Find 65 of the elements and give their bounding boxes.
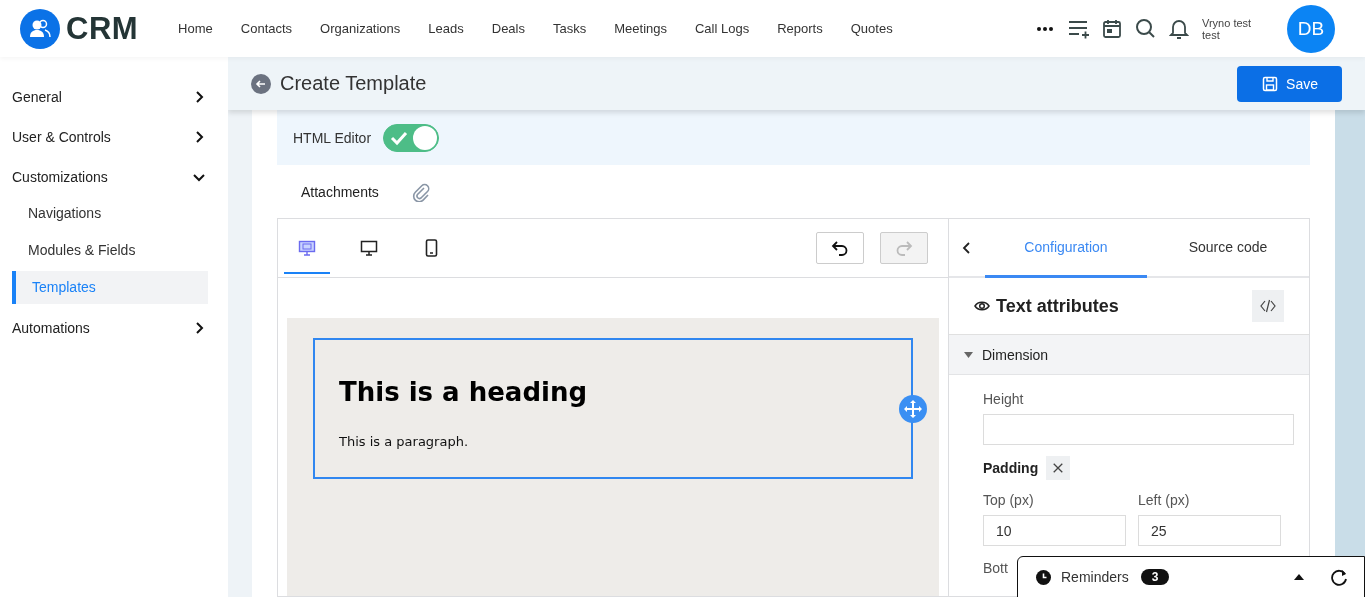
left-padding-field[interactable]: 25 [1138,515,1281,546]
eye-icon [974,299,990,313]
dimension-group-header[interactable]: Dimension [949,335,1309,375]
close-icon [1052,461,1065,475]
bell-icon[interactable] [1169,18,1189,39]
section-title: Text attributes [996,295,1119,317]
code-button[interactable] [1252,290,1284,322]
paperclip-icon[interactable] [410,181,431,202]
field-label: Left (px) [1138,492,1191,508]
desktop-view-icon [360,239,378,256]
user-name: Vryno test test [1202,16,1253,41]
sidebar-item[interactable]: Automations [0,308,228,348]
padding-label: Padding [983,460,1039,476]
heading-text: This is a heading [339,377,589,407]
save-icon [1262,75,1279,92]
back-icon[interactable] [251,73,271,94]
nav-link[interactable]: Organizations [306,21,415,36]
sidebar-item[interactable]: Customizations [0,157,228,197]
logo-icon [20,8,60,49]
caret-up-icon[interactable] [1293,572,1305,582]
paragraph-text: This is a paragraph. [339,434,470,449]
nav-link[interactable]: Call Logs [681,21,764,36]
top-padding-field[interactable]: 10 [983,515,1126,546]
toggle-label: HTML Editor [293,129,372,146]
nav-link[interactable]: Home [164,21,227,36]
code-icon [1260,298,1276,314]
undo-button[interactable] [816,232,864,264]
sidebar-item[interactable]: User & Controls [0,117,228,157]
selected-block[interactable]: This is a heading This is a paragraph. [313,338,913,479]
nav-link[interactable]: Meetings [600,21,681,36]
nav-link[interactable]: Leads [414,21,478,36]
move-handle-icon[interactable] [899,395,927,423]
reminders-count: 3 [1140,569,1170,585]
save-button[interactable]: Save [1237,65,1342,102]
refresh-icon[interactable] [1331,568,1348,586]
page-title: Create Template [280,72,427,95]
nav-link[interactable]: Reports [763,21,837,36]
html-editor-toggle[interactable] [383,123,440,152]
sidebar-item[interactable]: General [0,77,228,117]
nav-link[interactable]: Tasks [539,21,601,36]
height-field[interactable] [983,414,1294,445]
panel-tab[interactable]: Source code [1147,219,1309,278]
field-label: Height [983,391,1025,407]
redo-icon [894,238,914,258]
mobile-view-icon [424,238,438,257]
attachments-label: Attachments [301,183,379,200]
field-label: Bott [983,560,1009,576]
nav-link[interactable]: Deals [477,21,539,36]
user-avatar[interactable]: DB [1287,4,1335,53]
sidebar-subitem[interactable]: Modules & Fields [12,234,208,267]
calendar-icon[interactable] [1102,18,1122,39]
responsive-view-icon [298,239,316,256]
nav-link[interactable]: Quotes [836,21,907,36]
nav-link[interactable]: Contacts [226,21,307,36]
clock-icon [1036,569,1051,585]
caret-icon [964,350,973,359]
logo-text: CRM [66,10,139,47]
reminders-label: Reminders [1061,569,1129,585]
panel-tab[interactable]: Configuration [985,219,1147,278]
check-icon [390,129,409,146]
undo-icon [830,238,850,258]
clear-button[interactable] [1046,456,1071,480]
field-label: Top (px) [983,492,1035,508]
sidebar-subitem[interactable]: Navigations [12,197,208,230]
search-icon[interactable] [1135,18,1156,39]
